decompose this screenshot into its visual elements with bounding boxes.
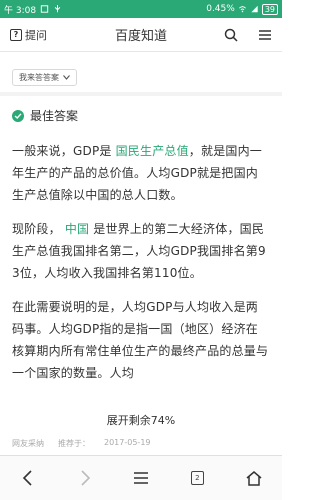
- expand-button[interactable]: 展开剩余74%: [0, 408, 282, 432]
- chevron-left-icon: [23, 470, 32, 486]
- answer-date: 2017-05-19: [104, 438, 151, 447]
- status-right: 0.45% 39: [206, 3, 278, 15]
- bottom-bar: 2: [0, 455, 282, 500]
- status-bar: 午 3:08 0.45% 39: [0, 0, 282, 18]
- best-answer-header: 最佳答案: [12, 107, 78, 124]
- network-speed: 0.45%: [206, 4, 235, 14]
- status-left: 午 3:08: [4, 3, 62, 16]
- answer-paragraph-1: 一般来说，GDP是 国民生产总值，就是国内一年生产的产品的总价值。人均GDP就是…: [12, 140, 270, 206]
- my-answer-label: 我来答答案: [19, 73, 59, 82]
- my-answer-dropdown[interactable]: 我来答答案: [12, 69, 77, 86]
- home-button[interactable]: [234, 458, 274, 498]
- answer-paragraph-2: 现阶段， 中国 是世界上的第二大经济体，国民生产总值我国排名第二，人均GDP我国…: [12, 218, 270, 284]
- signal-icon: [251, 5, 258, 13]
- tabs-button[interactable]: 2: [177, 458, 217, 498]
- forward-button[interactable]: [65, 458, 105, 498]
- wifi-icon: [238, 6, 246, 13]
- nav-actions: [224, 28, 272, 42]
- china-link[interactable]: 中国: [65, 222, 89, 236]
- answer-paragraph-3: 在此需要说明的是，人均GDP与人均收入是两码事。人均GDP指的是指一国（地区）经…: [12, 300, 269, 380]
- check-icon: [12, 109, 24, 122]
- back-button[interactable]: [8, 458, 48, 498]
- answer-text: 现阶段，: [12, 222, 65, 236]
- answer-source: 网友采纳: [12, 439, 44, 448]
- battery-indicator: 39: [261, 3, 278, 15]
- menu-icon: [133, 472, 148, 484]
- tab-count: 2: [190, 471, 204, 485]
- recommender-label: 推荐于：: [58, 439, 90, 448]
- browser-menu-button[interactable]: [121, 458, 161, 498]
- top-nav: ? 提问 百度知道: [0, 18, 282, 52]
- usb-icon: [54, 5, 61, 13]
- chevron-right-icon: [81, 470, 90, 486]
- home-icon: [246, 470, 262, 486]
- section-divider: [0, 92, 282, 96]
- best-answer-title: 最佳答案: [30, 109, 79, 123]
- chevron-down-icon: [63, 75, 70, 80]
- ask-button[interactable]: ? 提问: [10, 27, 47, 43]
- gdp-link[interactable]: 国民生产总值: [116, 144, 189, 158]
- answer-page: 午 3:08 0.45% 39 ? 提问 百度知道 我来答答案 最佳答案 一般来…: [0, 0, 282, 500]
- status-time: 午 3:08: [4, 5, 37, 16]
- search-icon[interactable]: [224, 28, 238, 42]
- answer-meta: 网友采纳 推荐于： 2017-05-19: [12, 438, 270, 449]
- question-icon: ?: [10, 28, 22, 41]
- answer-text: 一般来说，GDP是: [12, 144, 116, 158]
- answer-body: 一般来说，GDP是 国民生产总值，就是国内一年生产的产品的总价值。人均GDP就是…: [12, 140, 270, 396]
- notification-icon: [40, 5, 49, 13]
- ask-label: 提问: [25, 28, 47, 42]
- menu-icon[interactable]: [258, 28, 272, 42]
